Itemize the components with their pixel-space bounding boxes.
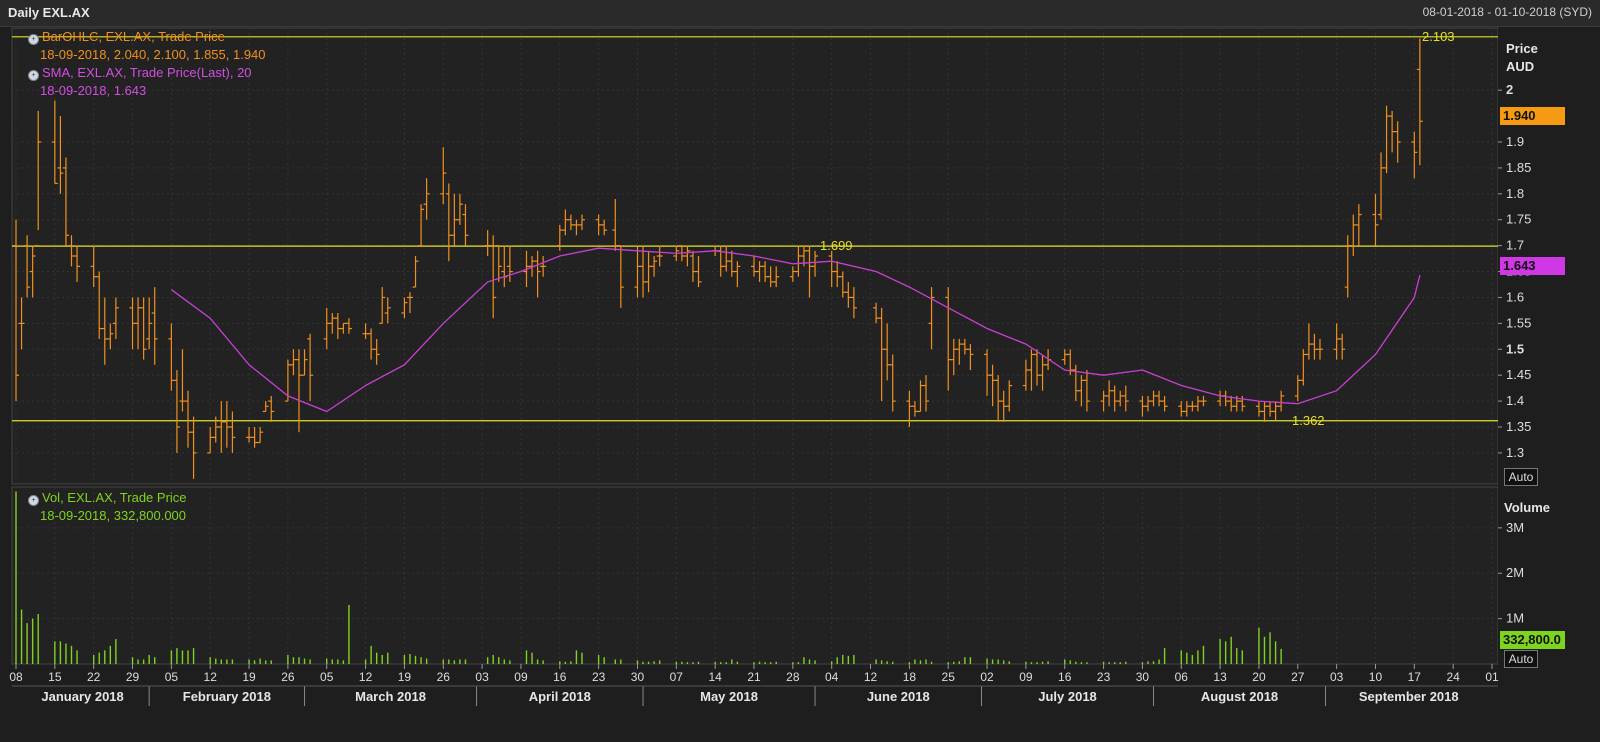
x-tick-label: 27 bbox=[1291, 670, 1305, 684]
volume-auto-scale-button[interactable]: Auto bbox=[1504, 650, 1538, 668]
x-tick-label: 25 bbox=[942, 670, 956, 684]
x-tick-label: 22 bbox=[87, 670, 101, 684]
month-label: March 2018 bbox=[355, 689, 426, 704]
x-tick-label: 24 bbox=[1446, 670, 1460, 684]
x-tick-label: 12 bbox=[359, 670, 373, 684]
chart-canvas[interactable]: 08 15 22 29 05 12 19 26 05 12 19 26 03 09 16 23 30 07 14 21… bbox=[0, 0, 1600, 742]
y-tick-label: 1.3 bbox=[1506, 445, 1524, 460]
sma-value-tag: 1.643 bbox=[1500, 257, 1565, 275]
month-label: January 2018 bbox=[41, 689, 123, 704]
x-tick-label: 16 bbox=[553, 670, 567, 684]
volume-legend[interactable]: + Vol, EXL.AX, Trade Price 18-09-2018, 33… bbox=[28, 489, 187, 525]
y-tick-label: 1.8 bbox=[1506, 186, 1524, 201]
x-tick-label: 12 bbox=[204, 670, 218, 684]
x-tick-label: 26 bbox=[437, 670, 451, 684]
x-tick-label: 14 bbox=[708, 670, 722, 684]
legend-toggle-icon[interactable]: + bbox=[28, 70, 39, 81]
volume-tick-label: 2M bbox=[1506, 565, 1524, 580]
x-tick-label: 26 bbox=[281, 670, 295, 684]
x-tick-label: 05 bbox=[165, 670, 179, 684]
ohlc-legend-values: 18-09-2018, 2.040, 2.100, 1.855, 1.940 bbox=[40, 47, 266, 62]
last-price-tag: 1.940 bbox=[1500, 107, 1565, 125]
x-tick-label: 06 bbox=[1175, 670, 1189, 684]
price-axis-title: Price AUD bbox=[1506, 40, 1538, 76]
x-tick-label: 09 bbox=[514, 670, 528, 684]
x-tick-label: 20 bbox=[1252, 670, 1266, 684]
x-tick-label: 09 bbox=[1019, 670, 1033, 684]
month-label: February 2018 bbox=[183, 689, 271, 704]
y-tick-label: 1.75 bbox=[1506, 212, 1531, 227]
x-tick-label: 23 bbox=[1097, 670, 1111, 684]
x-tick-label: 03 bbox=[1330, 670, 1344, 684]
price-axis-title-line1: Price bbox=[1506, 41, 1538, 56]
x-tick-label: 18 bbox=[903, 670, 917, 684]
x-tick-label: 19 bbox=[398, 670, 412, 684]
y-tick-label: 1.6 bbox=[1506, 289, 1524, 304]
x-tick-label: 23 bbox=[592, 670, 606, 684]
x-tick-label: 29 bbox=[126, 670, 140, 684]
ohlc-legend-title: BarOHLC, EXL.AX, Trade Price bbox=[42, 29, 225, 44]
legend-toggle-icon[interactable]: + bbox=[28, 495, 39, 506]
volume-legend-title: Vol, EXL.AX, Trade Price bbox=[42, 490, 187, 505]
sma-legend-values: 18-09-2018, 1.643 bbox=[40, 83, 147, 98]
x-tick-label: 13 bbox=[1213, 670, 1227, 684]
x-tick-label: 16 bbox=[1058, 670, 1072, 684]
y-tick-label: 1.85 bbox=[1506, 160, 1531, 175]
month-label: June 2018 bbox=[867, 689, 930, 704]
month-label: April 2018 bbox=[529, 689, 591, 704]
sma-legend-title: SMA, EXL.AX, Trade Price(Last), 20 bbox=[42, 65, 252, 80]
y-tick-label: 1.55 bbox=[1506, 315, 1531, 330]
last-volume-tag: 332,800.0 bbox=[1500, 631, 1565, 649]
x-tick-label: 17 bbox=[1408, 670, 1422, 684]
volume-axis-title: Volume bbox=[1504, 500, 1550, 515]
reference-line-label: 1.362 bbox=[1292, 413, 1325, 428]
legend-toggle-icon[interactable]: + bbox=[28, 34, 39, 45]
x-tick-label: 28 bbox=[786, 670, 800, 684]
x-tick-label: 01 bbox=[1485, 670, 1499, 684]
y-tick-label: 1.9 bbox=[1506, 134, 1524, 149]
y-tick-label: 2 bbox=[1506, 82, 1513, 97]
x-tick-label: 08 bbox=[9, 670, 23, 684]
reference-line-label: 1.699 bbox=[820, 238, 853, 253]
x-tick-label: 19 bbox=[242, 670, 256, 684]
x-tick-label: 15 bbox=[48, 670, 62, 684]
volume-legend-values: 18-09-2018, 332,800.000 bbox=[40, 508, 187, 523]
y-tick-label: 1.4 bbox=[1506, 393, 1524, 408]
month-label: August 2018 bbox=[1201, 689, 1278, 704]
volume-panel bbox=[11, 486, 1499, 665]
reference-line-label: 2.103 bbox=[1422, 29, 1455, 44]
x-tick-label: 02 bbox=[980, 670, 994, 684]
x-tick-label: 30 bbox=[631, 670, 645, 684]
y-tick-label: 1.35 bbox=[1506, 419, 1531, 434]
x-tick-label: 07 bbox=[670, 670, 684, 684]
month-label: July 2018 bbox=[1038, 689, 1097, 704]
x-tick-label: 21 bbox=[747, 670, 761, 684]
y-tick-label: 1.5 bbox=[1506, 341, 1524, 356]
price-auto-scale-button[interactable]: Auto bbox=[1504, 468, 1538, 486]
x-tick-label: 04 bbox=[825, 670, 839, 684]
volume-tick-label: 3M bbox=[1506, 520, 1524, 535]
month-label: May 2018 bbox=[700, 689, 758, 704]
x-tick-label: 30 bbox=[1136, 670, 1150, 684]
x-tick-label: 10 bbox=[1369, 670, 1383, 684]
y-tick-label: 1.7 bbox=[1506, 238, 1524, 253]
y-tick-label: 1.45 bbox=[1506, 367, 1531, 382]
month-label: September 2018 bbox=[1359, 689, 1459, 704]
ohlc-legend[interactable]: + BarOHLC, EXL.AX, Trade Price 18-09-2018… bbox=[28, 28, 266, 100]
volume-tick-label: 1M bbox=[1506, 611, 1524, 626]
price-axis-title-line2: AUD bbox=[1506, 59, 1535, 74]
x-tick-label: 12 bbox=[864, 670, 878, 684]
x-tick-label: 05 bbox=[320, 670, 334, 684]
x-tick-label: 03 bbox=[475, 670, 489, 684]
